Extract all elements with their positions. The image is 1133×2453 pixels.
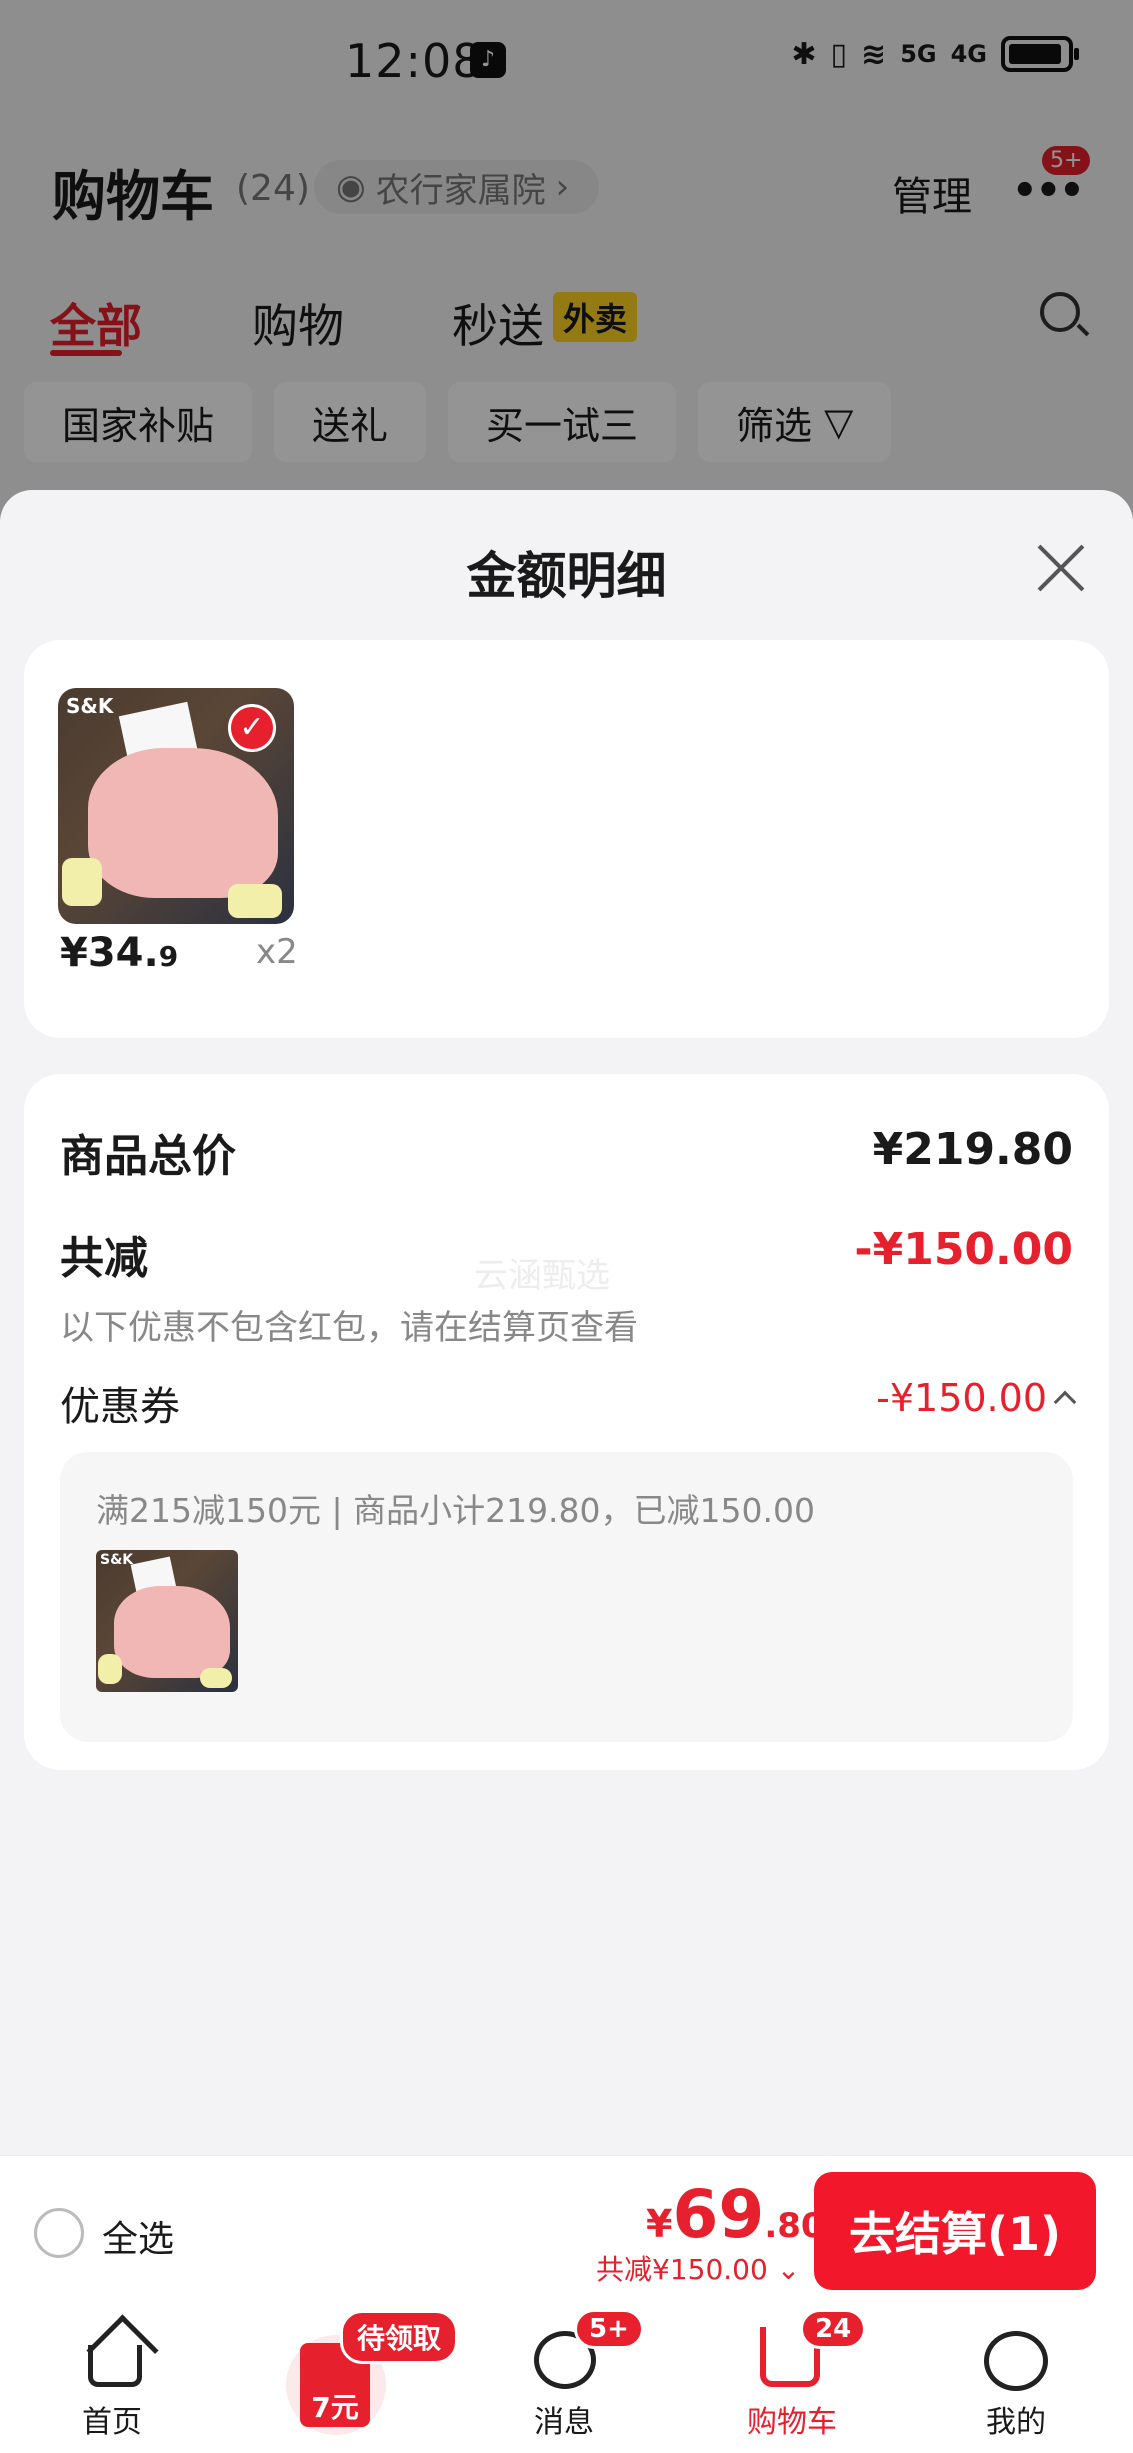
item-price: ¥34.9 <box>60 930 178 976</box>
coupon-detail-box: 满215减150元 | 商品小计219.80，已减150.00 S&K <box>60 1452 1073 1742</box>
tab-label: 消息 <box>534 2405 594 2440</box>
coupon-value: -¥150.00 <box>876 1376 1047 1420</box>
close-icon[interactable] <box>1034 542 1086 594</box>
price-dec: 9 <box>158 940 179 973</box>
total-price: ¥69.80 <box>646 2176 825 2253</box>
messages-badge: 5+ <box>574 2309 644 2349</box>
checkout-bar: 全选 ¥69.80 共减¥150.00 ⌄ 去结算(1) <box>0 2155 1133 2305</box>
discount-note: 以下优惠不包含红包，请在结算页查看 <box>60 1308 638 1348</box>
tab-messages[interactable]: 消息 5+ <box>484 2305 644 2453</box>
pending-claim-badge: 待领取 <box>340 2310 459 2364</box>
coupon-toggle[interactable]: -¥150.00 <box>876 1376 1077 1420</box>
sheet-title: 金额明细 <box>466 547 667 605</box>
currency-symbol: ¥ <box>646 2202 673 2246</box>
saved-text: 共减¥150.00 <box>596 2253 768 2286</box>
cart-badge: 24 <box>800 2309 867 2349</box>
tab-cart[interactable]: 购物车 24 <box>712 2305 872 2453</box>
chevron-down-icon: ⌄ <box>776 2253 801 2286</box>
coupon-label: 优惠券 <box>60 1384 180 1430</box>
product-brand: S&K <box>100 1552 134 1568</box>
item-card: S&K ✓ ¥34.9 x2 <box>24 640 1109 1038</box>
watermark: 云涵甄选 <box>474 1256 610 1296</box>
item-quantity: x2 <box>256 932 298 972</box>
chevron-up-icon <box>1053 1390 1077 1414</box>
checkmark-icon: ✓ <box>228 704 276 752</box>
coupon-product-thumbnail: S&K <box>96 1550 238 1692</box>
overlay-dim[interactable] <box>0 0 1133 520</box>
tab-label: 我的 <box>986 2405 1046 2440</box>
bottom-tab-bar: 首页 消息 5+ 购物车 24 我的 <box>0 2305 1133 2453</box>
home-icon <box>88 2345 142 2387</box>
product-brand: S&K <box>66 694 114 718</box>
checkout-button[interactable]: 去结算(1) <box>814 2172 1096 2290</box>
tab-label: 首页 <box>82 2405 142 2440</box>
total-value: ¥219.80 <box>872 1124 1073 1175</box>
user-icon <box>984 2331 1048 2391</box>
discount-value: -¥150.00 <box>854 1224 1073 1275</box>
coupon-detail-text: 满215减150元 | 商品小计219.80，已减150.00 <box>96 1491 816 1530</box>
total-int: 69 <box>672 2176 765 2253</box>
total-label: 商品总价 <box>60 1131 236 1182</box>
saved-amount[interactable]: 共减¥150.00 ⌄ <box>596 2248 800 2288</box>
price-breakdown-card: 商品总价 ¥219.80 云涵甄选 共减 -¥150.00 以下优惠不包含红包，… <box>24 1074 1109 1770</box>
select-all-label[interactable]: 全选 <box>102 2210 174 2262</box>
discount-label: 共减 <box>60 1233 148 1284</box>
amount-detail-sheet: 金额明细 S&K ✓ ¥34.9 x2 商品总价 ¥219.80 云涵甄选 共减… <box>0 490 1133 2155</box>
tab-label: 购物车 <box>747 2405 837 2440</box>
tab-me[interactable]: 我的 <box>936 2305 1096 2453</box>
select-all-radio[interactable] <box>34 2208 84 2258</box>
tab-home[interactable]: 首页 <box>32 2305 192 2453</box>
price-int: ¥34. <box>60 930 159 976</box>
